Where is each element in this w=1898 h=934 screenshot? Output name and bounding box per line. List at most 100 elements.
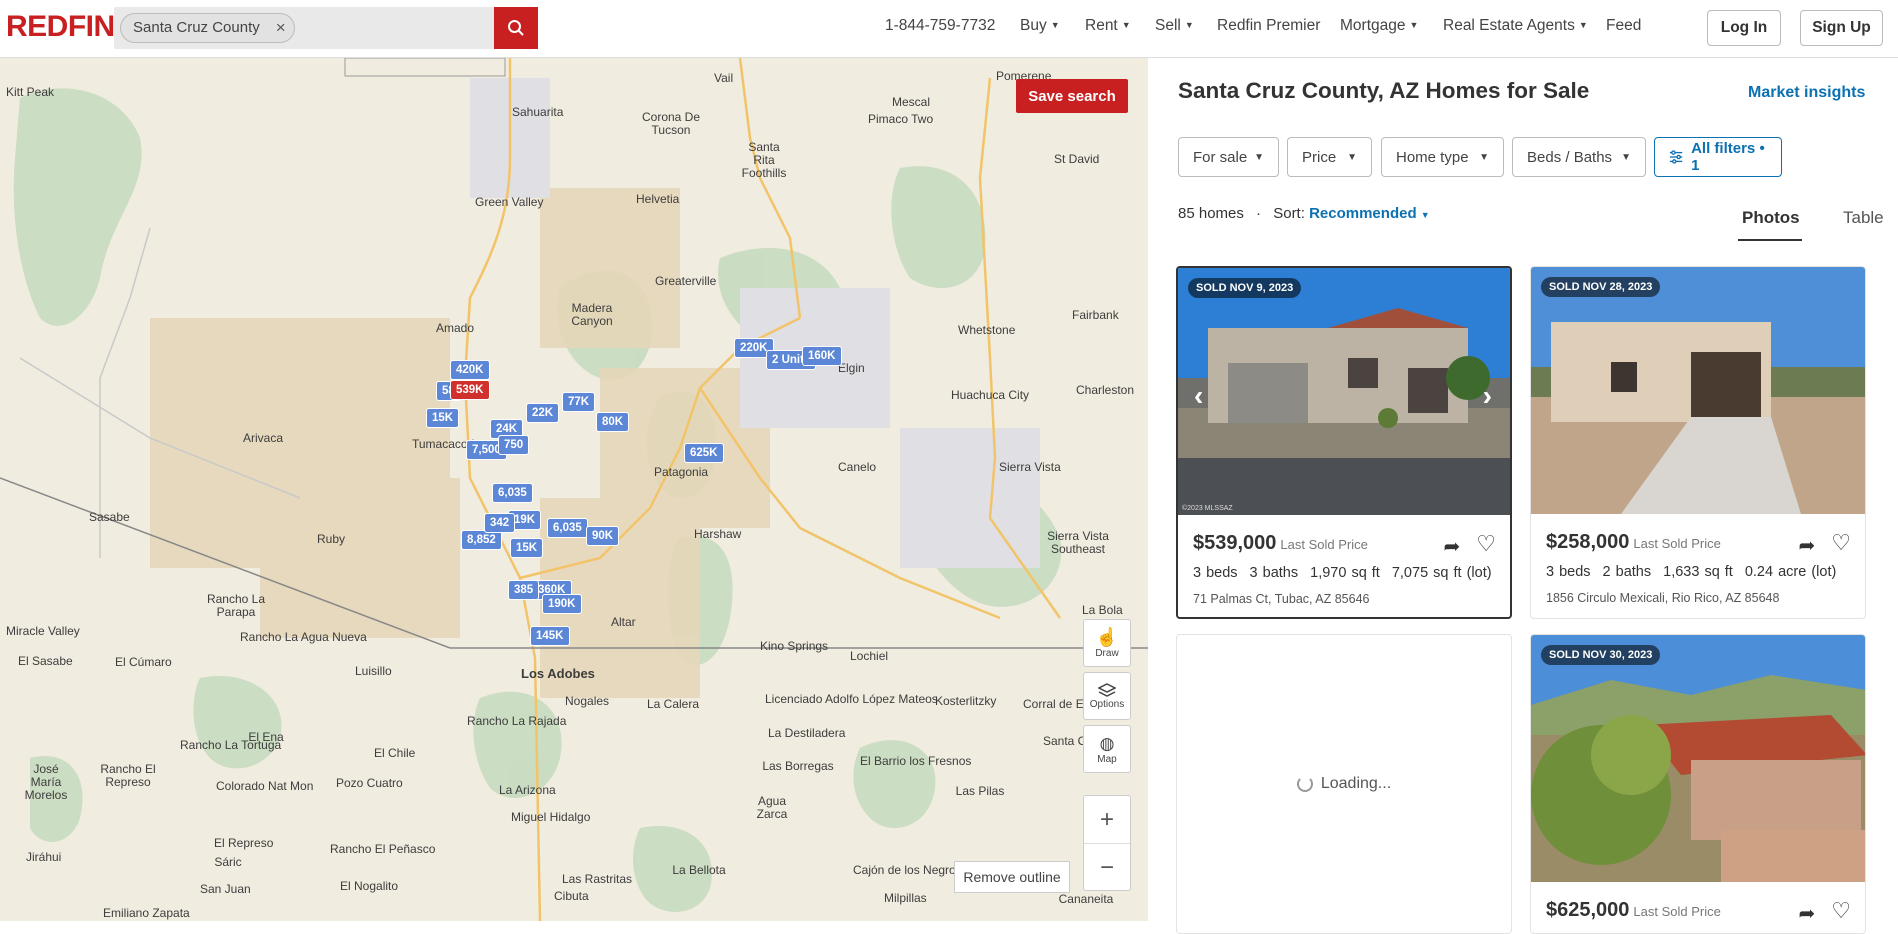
zoom-in-button[interactable]: +: [1084, 796, 1130, 844]
place-label: Rancho La Rajada: [467, 714, 567, 728]
price-pin[interactable]: 145K: [530, 626, 570, 646]
card-actions: ➦ ♡: [1444, 533, 1497, 559]
price-value: $539,000: [1193, 532, 1277, 554]
heart-icon[interactable]: ♡: [1831, 900, 1851, 926]
price-value: $625,000: [1546, 899, 1630, 921]
nav-premier[interactable]: Redfin Premier: [1217, 17, 1320, 35]
price-pin[interactable]: 22K: [526, 403, 560, 423]
place-label: La Arizona: [499, 783, 556, 797]
nav-mortgage-label: Mortgage: [1340, 17, 1406, 34]
nav-mortgage[interactable]: Mortgage ▼: [1340, 17, 1418, 35]
remove-outline-button[interactable]: Remove outline: [954, 861, 1070, 893]
price-pin[interactable]: 80K: [596, 412, 630, 432]
sort-dropdown[interactable]: Recommended: [1309, 205, 1417, 222]
price-pin[interactable]: 750: [498, 435, 530, 455]
market-insights-link[interactable]: Market insights: [1748, 84, 1865, 102]
for-sale-filter[interactable]: For sale ▼: [1178, 137, 1279, 177]
place-label: Las Rastritas: [562, 872, 633, 886]
search-button[interactable]: [494, 7, 538, 49]
place-label: Altar: [611, 615, 636, 629]
share-icon[interactable]: ➦: [1444, 534, 1461, 559]
place-label: Sáric: [214, 855, 242, 869]
price-pin[interactable]: 420K: [450, 360, 490, 380]
home-count: 85 homes: [1178, 205, 1244, 222]
listing-photo[interactable]: SOLD NOV 28, 2023: [1531, 267, 1865, 514]
place-label: Sasabe: [89, 510, 130, 524]
map-type-button[interactable]: ◍ Map: [1083, 725, 1131, 773]
sqft: 1,633 sq ft: [1663, 564, 1733, 580]
listing-photo[interactable]: SOLD NOV 9, 2023 ‹ › ©2023 MLSSAZ: [1178, 268, 1510, 515]
price-pin[interactable]: 6,035: [492, 483, 533, 503]
heart-icon[interactable]: ♡: [1831, 532, 1851, 558]
place-label: Huachuca City: [951, 388, 1030, 402]
nav-rent[interactable]: Rent ▼: [1085, 17, 1131, 35]
phone-link[interactable]: 1-844-759-7732: [885, 17, 995, 35]
redfin-logo[interactable]: REDFIN: [6, 10, 115, 44]
price-pin[interactable]: 6,035: [547, 518, 588, 538]
price-pin[interactable]: 342: [484, 513, 516, 533]
chip-close-icon[interactable]: ×: [276, 14, 286, 42]
share-icon[interactable]: ➦: [1799, 901, 1816, 926]
all-filters-button[interactable]: All filters • 1: [1654, 137, 1782, 177]
place-label: Emiliano Zapata: [103, 906, 190, 920]
listing-card[interactable]: SOLD NOV 28, 2023 $258,000 Last Sold Pric…: [1530, 266, 1866, 619]
price-pin[interactable]: 15K: [510, 538, 544, 558]
nav-sell[interactable]: Sell ▼: [1155, 17, 1194, 35]
search-bar[interactable]: Santa Cruz County ×: [114, 7, 494, 49]
listing-price: $258,000 Last Sold Price: [1546, 531, 1721, 554]
place-label: El Represo: [214, 836, 274, 850]
nav-buy[interactable]: Buy ▼: [1020, 17, 1060, 35]
place-label: San Juan: [200, 882, 251, 896]
nav-feed[interactable]: Feed: [1606, 17, 1641, 35]
listing-stats: 3 beds 3 baths 1,970 sq ft 7,075 sq ft (lot…: [1193, 565, 1504, 581]
price-filter[interactable]: Price ▼: [1287, 137, 1372, 177]
tab-photos[interactable]: Photos: [1742, 208, 1800, 228]
place-label: Mescal: [892, 95, 931, 109]
caret-down-icon: ▼: [1420, 210, 1430, 220]
place-label: Miguel Hidalgo: [511, 810, 591, 824]
zoom-out-button[interactable]: −: [1084, 844, 1130, 892]
sort-label: Sort:: [1273, 205, 1305, 222]
price-pin[interactable]: 625K: [684, 443, 724, 463]
place-label: Luisillo: [355, 664, 392, 678]
price-pin[interactable]: 15K: [426, 408, 460, 428]
draw-label: Draw: [1095, 648, 1119, 659]
place-label: Arivaca: [243, 431, 284, 445]
price-pin[interactable]: 77K: [562, 392, 596, 412]
draw-button[interactable]: ☝ Draw: [1083, 619, 1131, 667]
nav-agents[interactable]: Real Estate Agents ▼: [1443, 17, 1588, 35]
nav-sell-label: Sell: [1155, 17, 1181, 34]
price-pin[interactable]: 90K: [586, 526, 620, 546]
tab-table[interactable]: Table: [1843, 208, 1884, 228]
listing-photo[interactable]: SOLD NOV 30, 2023: [1531, 635, 1865, 882]
listing-card[interactable]: SOLD NOV 9, 2023 ‹ › ©2023 MLSSAZ $539,0…: [1176, 266, 1512, 619]
signup-button[interactable]: Sign Up: [1800, 10, 1883, 46]
listing-address[interactable]: 1856 Circulo Mexicali, Rio Rico, AZ 8564…: [1546, 591, 1779, 605]
place-label: Corona De Tucson: [641, 110, 701, 137]
price-pin-selected[interactable]: 539K: [450, 380, 490, 400]
place-label: Agua Zarca: [756, 794, 788, 821]
chevron-left-icon[interactable]: ‹: [1194, 380, 1203, 412]
place-label: Las Borregas: [762, 759, 834, 773]
place-label: Harshaw: [694, 527, 742, 541]
beds-baths-filter[interactable]: Beds / Baths ▼: [1512, 137, 1646, 177]
place-label: Patagonia: [654, 465, 709, 479]
place-label: El Barrio los Fresnos: [860, 754, 972, 768]
price-pin[interactable]: 8,852: [461, 530, 502, 550]
chevron-right-icon[interactable]: ›: [1483, 380, 1492, 412]
login-button[interactable]: Log In: [1707, 10, 1781, 46]
home-type-filter[interactable]: Home type ▼: [1381, 137, 1504, 177]
caret-down-icon: ▼: [1409, 20, 1419, 30]
price-pin[interactable]: 190K: [542, 594, 582, 614]
price-pin[interactable]: 160K: [802, 346, 842, 366]
listing-card[interactable]: SOLD NOV 30, 2023 $625,000 Last Sold Pric…: [1530, 634, 1866, 934]
heart-icon[interactable]: ♡: [1476, 533, 1496, 559]
map[interactable]: Kitt Peak Sahuarita Corona De Tucson Vai…: [0, 58, 1148, 921]
search-chip[interactable]: Santa Cruz County ×: [120, 13, 295, 43]
page-title: Santa Cruz County, AZ Homes for Sale: [1178, 78, 1590, 103]
price-pin[interactable]: 385: [508, 580, 540, 600]
save-search-button[interactable]: Save search: [1016, 79, 1128, 113]
listing-address[interactable]: 71 Palmas Ct, Tubac, AZ 85646: [1193, 592, 1370, 606]
options-button[interactable]: Options: [1083, 672, 1131, 720]
share-icon[interactable]: ➦: [1799, 533, 1816, 558]
